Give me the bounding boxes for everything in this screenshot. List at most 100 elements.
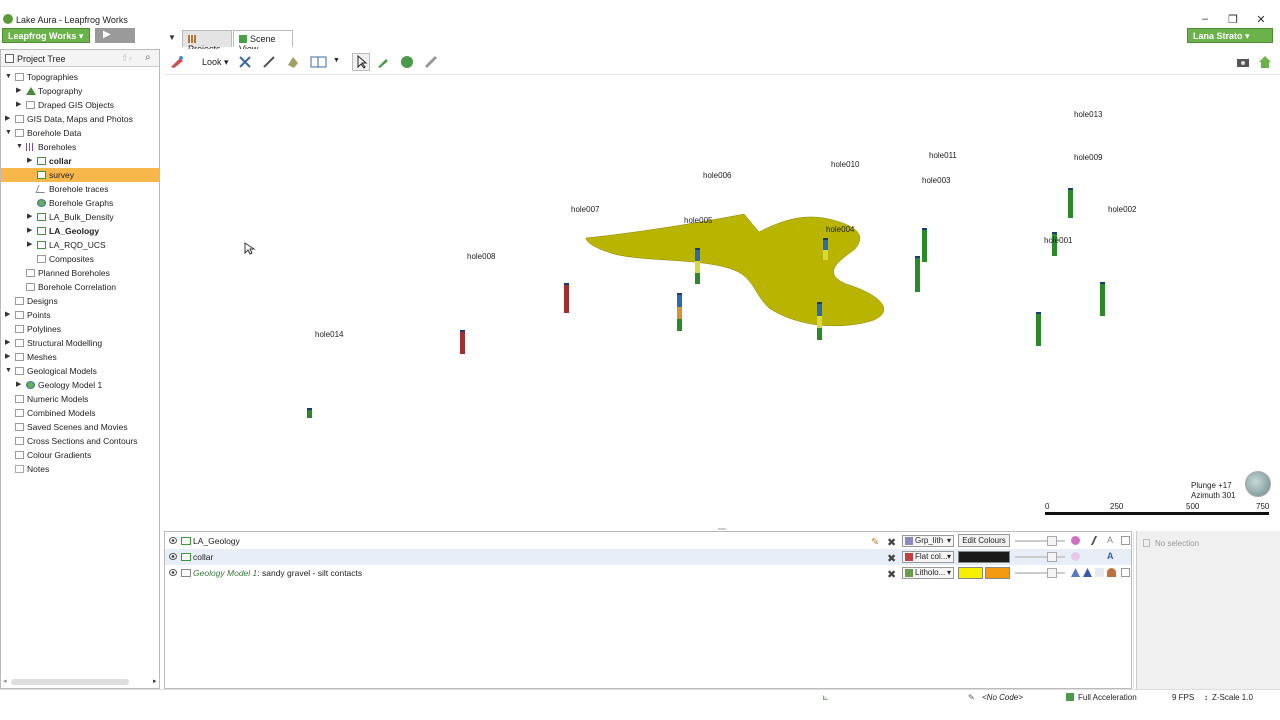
tree-item[interactable]: ▶ Structural Modelling: [1, 336, 159, 350]
collapse-arrow-icon[interactable]: ▼: [5, 126, 12, 140]
project-tree-scrollbar[interactable]: ◂ ▸: [3, 678, 157, 686]
label-icon[interactable]: A: [1107, 552, 1116, 561]
close-icon[interactable]: ✕: [1254, 13, 1268, 26]
borehole-hole006[interactable]: [695, 248, 700, 284]
expand-arrow-icon[interactable]: ▶: [5, 350, 10, 364]
collapse-arrow-icon[interactable]: ▼: [5, 70, 12, 84]
list-options-icon[interactable]: [1121, 536, 1130, 545]
slice-tool-icon[interactable]: [170, 55, 184, 69]
restore-icon[interactable]: ❐: [1226, 13, 1240, 26]
backface-icon[interactable]: [1095, 568, 1104, 577]
expand-arrow-icon[interactable]: ▶: [27, 210, 32, 224]
shape-row-geology-model[interactable]: Geology Model 1: sandy gravel - silt con…: [165, 565, 1131, 581]
tree-item[interactable]: survey: [1, 168, 159, 182]
polygon-tool-icon[interactable]: [286, 55, 300, 69]
paint-icon[interactable]: [1107, 568, 1116, 577]
tree-item[interactable]: Planned Boreholes: [1, 266, 159, 280]
edit-colours-button[interactable]: Edit Colours: [958, 534, 1010, 547]
borehole-hole014[interactable]: [307, 408, 312, 418]
faces-icon[interactable]: [1071, 568, 1080, 577]
tree-item[interactable]: ▶ GIS Data, Maps and Photos: [1, 112, 159, 126]
expand-arrow-icon[interactable]: ▶: [16, 84, 21, 98]
tree-item[interactable]: ▼ Geological Models: [1, 364, 159, 378]
tabs-dropdown-icon[interactable]: ▼: [168, 33, 176, 42]
colour-swatch[interactable]: [958, 551, 1010, 563]
expand-arrow-icon[interactable]: ▶: [27, 238, 32, 252]
tab-projects[interactable]: Projects: [182, 30, 232, 54]
expand-arrow-icon[interactable]: ▶: [5, 308, 10, 322]
scroll-right-icon[interactable]: ▸: [153, 677, 157, 685]
camera-icon[interactable]: [1236, 55, 1250, 69]
orientation-globe[interactable]: [1245, 471, 1271, 497]
visibility-eye-icon[interactable]: [169, 537, 177, 544]
leapfrog-works-menu-button[interactable]: Leapfrog Works ▾: [2, 28, 90, 43]
slider-knob[interactable]: [1047, 552, 1057, 562]
label-icon[interactable]: A: [1107, 536, 1116, 545]
tree-item[interactable]: ▼ Borehole Data: [1, 126, 159, 140]
tree-item[interactable]: ▶ Geology Model 1: [1, 378, 159, 392]
shape-row-la-geology[interactable]: LA_Geology ✎ ✖ Grp_lith Edit Colours A: [165, 533, 1131, 549]
tree-item[interactable]: Notes: [1, 462, 159, 476]
tree-item[interactable]: ▶ collar: [1, 154, 159, 168]
colour-by-dropdown[interactable]: Flat col...: [902, 551, 954, 563]
tree-item[interactable]: ▶ Draped GIS Objects: [1, 98, 159, 112]
slider-knob[interactable]: [1047, 536, 1057, 546]
tree-item[interactable]: Combined Models: [1, 406, 159, 420]
search-icon[interactable]: ⌕: [145, 52, 151, 63]
tree-item[interactable]: Composites: [1, 252, 159, 266]
colour-by-dropdown[interactable]: Grp_lith: [902, 535, 954, 547]
borehole-hole005[interactable]: [677, 293, 682, 331]
expand-arrow-icon[interactable]: ▶: [5, 336, 10, 350]
scroll-left-icon[interactable]: ◂: [3, 677, 7, 685]
select-cursor-icon[interactable]: [352, 53, 370, 71]
tree-item[interactable]: ▼ Topographies: [1, 70, 159, 84]
fence-icon[interactable]: [1090, 536, 1105, 545]
borehole-hole003[interactable]: [915, 256, 920, 292]
scrollbar-thumb[interactable]: [11, 679, 129, 685]
draw-line-icon[interactable]: [262, 55, 276, 69]
collapse-arrow-icon[interactable]: ▼: [5, 364, 12, 378]
code-pencil-icon[interactable]: ✎: [968, 693, 975, 702]
colour-by-dropdown[interactable]: Litholo...: [902, 567, 954, 579]
look-menu[interactable]: Look ▾: [202, 57, 229, 68]
slider-knob[interactable]: [1047, 568, 1057, 578]
colour-swatch-primary[interactable]: [958, 567, 983, 579]
coordinate-axes-icon[interactable]: ⊾: [822, 693, 829, 702]
scene-3d-viewport[interactable]: hole013 hole011 hole009 hole010 hole006 hole0…: [164, 76, 1280, 526]
tree-item[interactable]: ▶ Topography: [1, 84, 159, 98]
acceleration-status[interactable]: Full Acceleration: [1078, 693, 1137, 702]
move-plane-icon[interactable]: [238, 55, 252, 69]
borehole-hole010[interactable]: [823, 238, 828, 260]
collapse-arrow-icon[interactable]: ▼: [16, 140, 23, 154]
borehole-hole013[interactable]: [1068, 188, 1073, 218]
expand-arrow-icon[interactable]: ▶: [27, 224, 32, 238]
tree-item[interactable]: Numeric Models: [1, 392, 159, 406]
borehole-hole008[interactable]: [460, 330, 465, 354]
tree-item[interactable]: Cross Sections and Contours: [1, 434, 159, 448]
expand-arrow-icon[interactable]: ▶: [16, 378, 21, 392]
tree-item[interactable]: Borehole Correlation: [1, 280, 159, 294]
transparency-slider[interactable]: [1015, 552, 1065, 562]
pen-tool-icon[interactable]: [376, 55, 390, 69]
expand-arrow-icon[interactable]: ▶: [27, 154, 32, 168]
layout-panel-icon[interactable]: [310, 55, 328, 69]
minimize-icon[interactable]: –: [1198, 13, 1212, 25]
borehole-hole007[interactable]: [564, 283, 569, 313]
remove-from-scene-icon[interactable]: ✖: [887, 567, 896, 583]
play-button[interactable]: ▶: [95, 28, 135, 43]
panel-splitter[interactable]: [718, 528, 726, 530]
tree-item[interactable]: ▶ LA_RQD_UCS: [1, 238, 159, 252]
shading-icon[interactable]: [1071, 536, 1080, 545]
borehole-hole001[interactable]: [1036, 312, 1041, 346]
tree-item[interactable]: ▶ Meshes: [1, 350, 159, 364]
list-options-icon[interactable]: [1121, 568, 1130, 577]
tree-item[interactable]: ▶ LA_Bulk_Density: [1, 210, 159, 224]
transparency-slider[interactable]: [1015, 536, 1065, 546]
borehole-hole002[interactable]: [1100, 282, 1105, 316]
tree-item[interactable]: Borehole traces: [1, 182, 159, 196]
tree-item[interactable]: Designs: [1, 294, 159, 308]
user-account-button[interactable]: Lana Strato ▾: [1187, 28, 1273, 43]
tree-item[interactable]: Borehole Graphs: [1, 196, 159, 210]
colour-swatch-secondary[interactable]: [985, 567, 1010, 579]
mesh-tool-icon[interactable]: [400, 55, 414, 69]
